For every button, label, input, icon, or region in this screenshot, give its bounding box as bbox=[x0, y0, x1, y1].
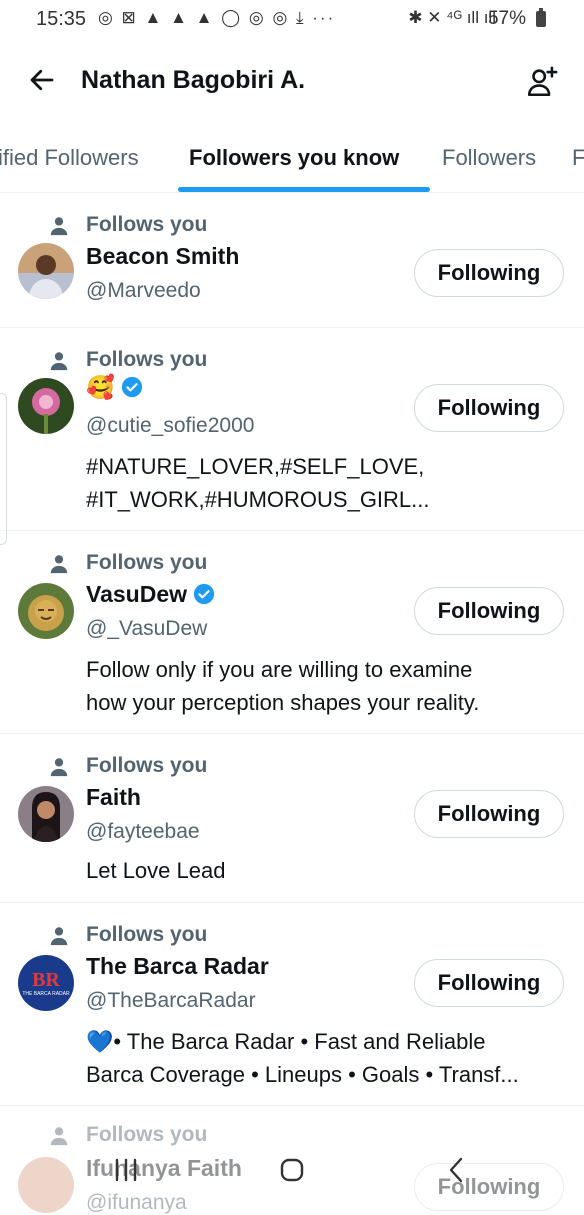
person-icon bbox=[50, 758, 68, 777]
bio-line: #IT_WORK,#HUMOROUS_GIRL... bbox=[86, 487, 430, 512]
recent-apps-button[interactable] bbox=[96, 1148, 156, 1192]
status-bar: 15:35 ◎ ⊠ ▲ ▲ ▲ ◯ ◎ ◎ ⤓ ··· ✱ ✕ ⁴ᴳ ıll ı… bbox=[0, 0, 584, 38]
add-user-icon bbox=[527, 66, 558, 97]
user-display-name[interactable]: VasuDew bbox=[86, 581, 215, 608]
user-display-name[interactable]: Beacon Smith bbox=[86, 243, 239, 270]
status-time: 15:35 bbox=[36, 8, 87, 30]
header: Nathan Bagobiri A. bbox=[0, 40, 584, 120]
recent-apps-icon bbox=[115, 1158, 137, 1182]
list-item[interactable]: Follows you Beacon Smith @Marveedo Follo… bbox=[0, 193, 584, 328]
notification-icons: ◎ ⊠ ▲ ▲ ▲ ◯ ◎ ◎ ⤓ ··· bbox=[98, 8, 336, 27]
tab-following[interactable]: F bbox=[572, 145, 584, 171]
follows-you-label: Follows you bbox=[86, 754, 208, 777]
follows-you-label: Follows you bbox=[86, 551, 208, 574]
tab-followers[interactable]: Followers bbox=[442, 145, 536, 171]
bio-line: Let Love Lead bbox=[86, 858, 226, 883]
person-icon bbox=[50, 927, 68, 946]
page-title: Nathan Bagobiri A. bbox=[81, 66, 306, 94]
follows-you-label: Follows you bbox=[86, 348, 208, 371]
following-button[interactable]: Following bbox=[414, 587, 564, 635]
tab-followers-you-know[interactable]: Followers you know bbox=[189, 145, 399, 171]
follows-you-label: Follows you bbox=[86, 213, 208, 236]
bio-line: how your perception shapes your reality. bbox=[86, 690, 480, 715]
user-name-text: Beacon Smith bbox=[86, 243, 240, 269]
user-bio: Let Love Lead bbox=[86, 854, 556, 887]
follows-you-label: Follows you bbox=[86, 923, 208, 946]
arrow-left-icon bbox=[30, 69, 54, 91]
system-back-button[interactable] bbox=[426, 1148, 486, 1192]
user-bio: Follow only if you are willing to examin… bbox=[86, 653, 556, 719]
user-display-name[interactable]: 🥰 bbox=[86, 374, 143, 401]
system-nav-bar bbox=[0, 1140, 584, 1200]
following-button[interactable]: Following bbox=[414, 790, 564, 838]
user-handle: @fayteebae bbox=[86, 820, 200, 843]
user-name-text: Faith bbox=[86, 784, 141, 810]
avatar[interactable]: BR THE BARCA RADAR bbox=[18, 955, 74, 1011]
avatar-logo-subtext: THE BARCA RADAR bbox=[22, 991, 70, 997]
avatar[interactable] bbox=[18, 243, 74, 299]
user-bio: 💙• The Barca Radar • Fast and Reliable B… bbox=[86, 1025, 556, 1091]
list-item[interactable]: Follows you BR THE BARCA RADAR The Barca… bbox=[0, 903, 584, 1106]
user-handle: @cutie_sofie2000 bbox=[86, 414, 255, 437]
user-display-name[interactable]: Faith bbox=[86, 784, 141, 811]
user-bio: #NATURE_LOVER,#SELF_LOVE, #IT_WORK,#HUMO… bbox=[86, 450, 556, 516]
user-handle: @_VasuDew bbox=[86, 617, 208, 640]
list-item[interactable]: Follows you Faith @fayteebae Following L… bbox=[0, 734, 584, 903]
user-name-text: The Barca Radar bbox=[86, 953, 269, 979]
bio-line: Follow only if you are willing to examin… bbox=[86, 657, 473, 682]
battery-icon bbox=[536, 8, 546, 27]
back-button[interactable] bbox=[22, 60, 62, 100]
person-icon bbox=[50, 555, 68, 574]
user-name-text: VasuDew bbox=[86, 581, 187, 607]
tab-bar: ified Followers Followers you know Follo… bbox=[0, 128, 584, 193]
verified-badge-icon bbox=[193, 583, 215, 605]
following-button[interactable]: Following bbox=[414, 959, 564, 1007]
user-handle: @Marveedo bbox=[86, 279, 201, 302]
connectivity-icons: ✱ ✕ ⁴ᴳ ıll ıll bbox=[408, 8, 496, 27]
active-tab-indicator bbox=[178, 187, 430, 192]
avatar[interactable] bbox=[18, 583, 74, 639]
home-icon bbox=[280, 1158, 304, 1182]
add-user-button[interactable] bbox=[520, 60, 564, 104]
following-button[interactable]: Following bbox=[414, 384, 564, 432]
verified-badge-icon bbox=[121, 376, 142, 398]
user-name-text: 🥰 bbox=[86, 374, 115, 400]
bio-line: 💙• The Barca Radar • Fast and Reliable bbox=[86, 1029, 486, 1054]
following-button[interactable]: Following bbox=[414, 249, 564, 297]
avatar[interactable] bbox=[18, 378, 74, 434]
battery-percentage: 57% bbox=[487, 8, 526, 29]
list-item[interactable]: Follows you VasuDew @_VasuDew Following … bbox=[0, 531, 584, 734]
chevron-left-icon bbox=[449, 1157, 463, 1183]
person-icon bbox=[50, 352, 68, 371]
tab-verified-followers[interactable]: ified Followers bbox=[0, 145, 139, 171]
user-handle: @TheBarcaRadar bbox=[86, 989, 256, 1012]
bio-line: Barca Coverage • Lineups • Goals • Trans… bbox=[86, 1062, 519, 1087]
bio-line: #NATURE_LOVER,#SELF_LOVE, bbox=[86, 454, 425, 479]
user-display-name[interactable]: The Barca Radar bbox=[86, 953, 269, 980]
avatar[interactable] bbox=[18, 786, 74, 842]
side-panel-handle[interactable] bbox=[0, 393, 7, 545]
home-button[interactable] bbox=[262, 1148, 322, 1192]
person-icon bbox=[50, 217, 68, 236]
avatar-logo-text: BR bbox=[32, 969, 60, 991]
list-item[interactable]: Follows you 🥰 @cutie_sofie2000 Following… bbox=[0, 328, 584, 531]
